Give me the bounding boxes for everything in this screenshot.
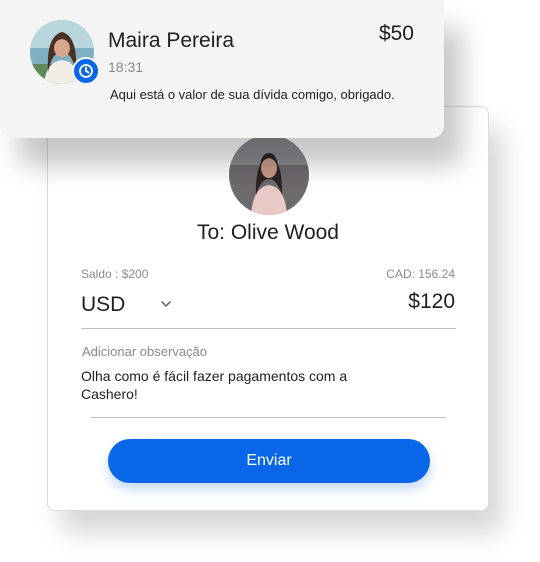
notification-amount: $50: [378, 22, 414, 45]
converted-amount: CAD: 156.24: [386, 267, 455, 281]
notification-card[interactable]: Maira Pereira 18:31 $50 Aqui está o valo…: [0, 0, 444, 138]
amount-divider: [81, 328, 456, 329]
currency-select[interactable]: USD: [81, 290, 181, 320]
amount-input[interactable]: $120: [408, 290, 455, 314]
recipient-avatar: [229, 135, 309, 215]
payment-card: To: Olive Wood Saldo : $200 CAD: 156.24 …: [47, 106, 489, 511]
payment-screen: To: Olive Wood Saldo : $200 CAD: 156.24 …: [0, 0, 540, 562]
balance-label: Saldo : $200: [81, 267, 149, 281]
notification-time: 18:31: [108, 59, 144, 75]
note-label: Adicionar observação: [82, 344, 208, 359]
currency-code: USD: [81, 293, 126, 316]
clock-icon: [72, 57, 100, 85]
note-divider: [91, 417, 446, 418]
note-field[interactable]: Olha como é fácil fazer pagamentos com a…: [81, 367, 381, 403]
recipient-name: To: Olive Wood: [196, 221, 339, 244]
sender-name: Maira Pereira: [108, 29, 235, 52]
send-button[interactable]: Enviar: [108, 439, 430, 483]
chevron-down-icon: [161, 301, 171, 307]
notification-message: Aqui está o valor de sua dívida comigo, …: [110, 87, 395, 102]
